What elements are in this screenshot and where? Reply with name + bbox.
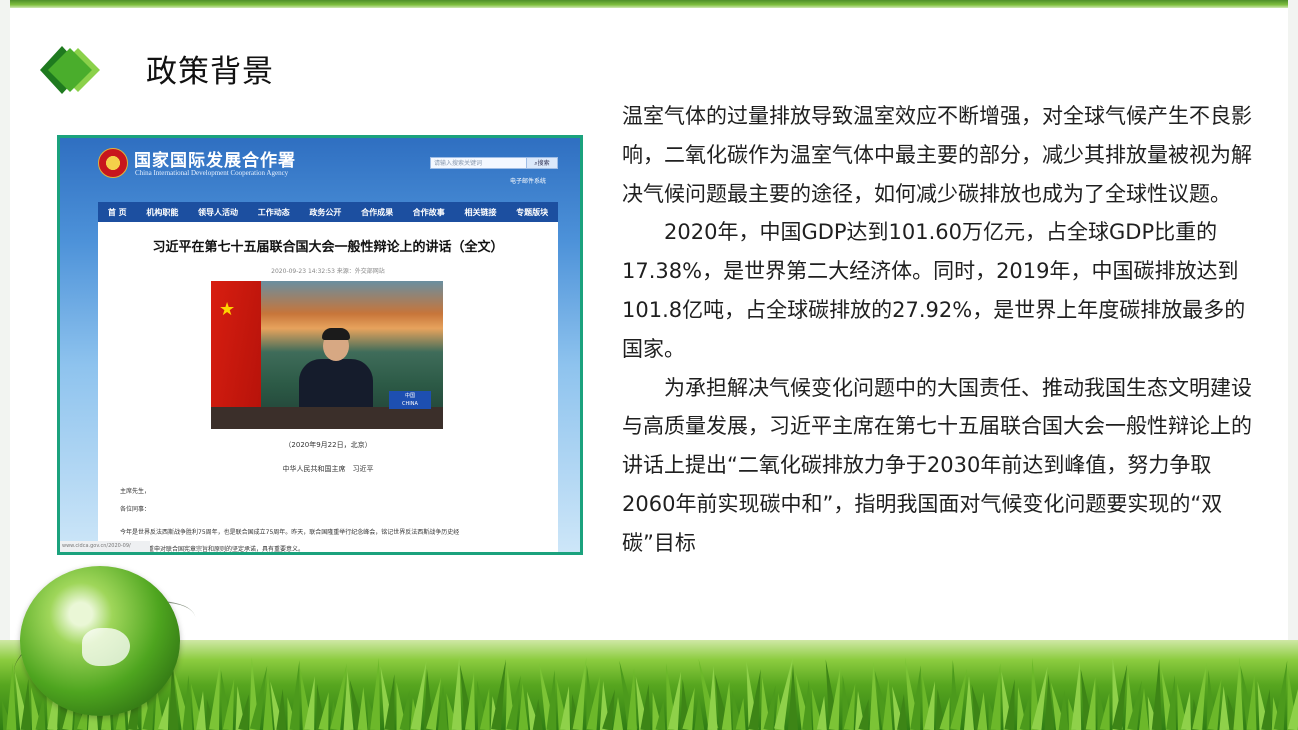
article-paragraph: 今年是世界反法西斯战争胜利75周年，也是联合国成立75周年。昨天，联合国隆重举行… [120, 529, 460, 536]
article-meta: 2020-09-23 14:32:53 来源：外交部网站 [271, 268, 385, 275]
nav-item-news[interactable]: 工作动态 [258, 207, 290, 218]
nav-item-topics[interactable]: 专题版块 [516, 207, 548, 218]
paragraph-gdp: 2020年，中国GDP达到101.60万亿元，占全球GDP比重的17.38%，是… [622, 220, 1246, 361]
top-grass-strip [0, 0, 1298, 8]
nav-item-home[interactable]: 首 页 [108, 207, 127, 218]
frame-right [1288, 0, 1298, 730]
article-byline: 中华人民共和国主席 习近平 [282, 465, 374, 473]
url-watermark: www.cidca.gov.cn/2020-09/ [60, 541, 150, 552]
national-emblem-icon [98, 148, 128, 178]
article-title: 习近平在第七十五届联合国大会一般性辩论上的讲话（全文） [152, 240, 504, 255]
nav-item-leaders[interactable]: 领导人活动 [198, 207, 238, 218]
paragraph-greenhouse: 温室气体的过量排放导致温室效应不断增强，对全球气候产生不良影响，二氧化碳作为温室… [622, 104, 1252, 206]
article-paragraph: 主席先生， [120, 488, 151, 495]
person-hair [322, 328, 350, 340]
paragraph-dual-carbon: 为承担解决气候变化问题中的大国责任、推动我国生态文明建设与高质量发展，习近平主席… [622, 375, 1252, 555]
grass-decoration [0, 640, 1298, 730]
article-body: 习近平在第七十五届联合国大会一般性辩论上的讲话（全文） 2020-09-23 1… [98, 222, 558, 552]
star-icon: ★ [219, 299, 236, 320]
article-photo: ★ 中国 CHINA [211, 281, 443, 429]
search-button-label: 搜索 [537, 160, 550, 167]
nameplate: 中国 CHINA [389, 391, 431, 409]
green-diamond-icon [40, 46, 100, 94]
body-text: 温室气体的过量排放导致温室效应不断增强，对全球气候产生不良影响，二氧化碳作为温室… [622, 97, 1256, 563]
site-header: 国家国际发展合作署 China International Developmen… [60, 138, 580, 202]
site-name-en: China International Development Cooperat… [135, 169, 289, 177]
nav-item-public[interactable]: 政务公开 [309, 207, 341, 218]
nav-item-links[interactable]: 相关链接 [464, 207, 496, 218]
article-caption: （2020年9月22日，北京） [284, 441, 372, 449]
page-title: 政策背景 [146, 54, 274, 90]
article-paragraph: 各位同事： [120, 506, 151, 513]
article-paragraph: 重申对联合国宪章宗旨和原则的坚定承诺，具有重要意义。 [148, 546, 305, 553]
site-name: 国家国际发展合作署 [134, 151, 296, 171]
article-screenshot: 国家国际发展合作署 China International Developmen… [57, 135, 583, 555]
nav-item-stories[interactable]: 合作故事 [413, 207, 445, 218]
site-nav: 首 页 机构职能 领导人活动 工作动态 政务公开 合作成果 合作故事 相关链接 … [98, 202, 558, 222]
frame-left [0, 0, 10, 730]
green-globe-icon [20, 566, 180, 716]
site-search-button[interactable]: ⌕搜索 [526, 157, 558, 169]
desk [211, 407, 443, 429]
nav-item-functions[interactable]: 机构职能 [146, 207, 178, 218]
nav-item-results[interactable]: 合作成果 [361, 207, 393, 218]
mail-link[interactable]: 电子邮件系统 [510, 176, 546, 185]
globe-continent [82, 628, 130, 666]
